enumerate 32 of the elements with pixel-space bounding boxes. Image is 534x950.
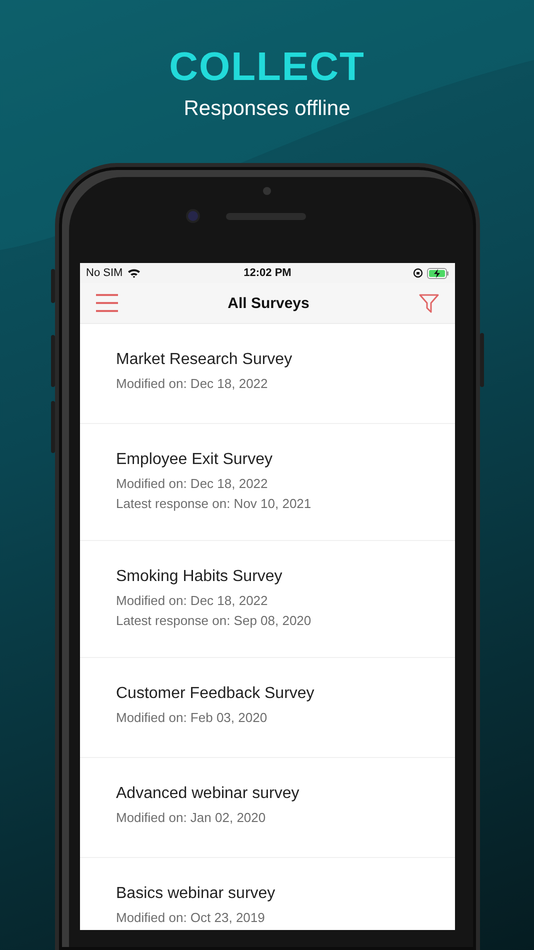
subheadline: Responses offline <box>184 96 350 122</box>
battery-charging-icon <box>427 268 450 278</box>
carrier-label: No SIM <box>86 267 123 279</box>
latest-response-date: Latest response on: Sep 08, 2020 <box>116 612 312 630</box>
survey-item[interactable]: Advanced webinar survey Modified on: Jan 02, 2020 <box>80 758 455 858</box>
status-time: 12:02 PM <box>244 267 292 279</box>
modified-date: Modified on: Jan 02, 2020 <box>116 809 267 827</box>
survey-title: Smoking Habits Survey <box>116 567 284 587</box>
survey-item[interactable]: Customer Feedback Survey Modified on: Feb 03, 2020 <box>80 658 455 758</box>
sensor-dot <box>263 187 271 195</box>
survey-title: Advanced webinar survey <box>116 784 300 804</box>
survey-item[interactable]: Basics webinar survey Modified on: Oct 23, 2019 <box>80 858 455 930</box>
screen-title: All Surveys <box>228 294 310 312</box>
survey-title: Employee Exit Survey <box>116 450 274 470</box>
survey-item[interactable]: Market Research Survey Modified on: Dec 18, 2022 <box>80 324 455 424</box>
survey-item[interactable]: Smoking Habits Survey Modified on: Dec 18, 2022 Latest response on: Sep 08, 2020 <box>80 541 455 658</box>
survey-title: Customer Feedback Survey <box>116 684 316 704</box>
latest-response-date: Latest response on: Nov 10, 2021 <box>116 495 312 513</box>
modified-date: Modified on: Dec 18, 2022 <box>116 475 269 493</box>
headline: COLLECT <box>169 44 365 90</box>
modified-date: Modified on: Oct 23, 2019 <box>116 909 266 927</box>
filter-icon[interactable] <box>419 293 439 313</box>
modified-date: Modified on: Dec 18, 2022 <box>116 375 269 393</box>
menu-icon[interactable] <box>96 294 118 312</box>
survey-title: Basics webinar survey <box>116 884 276 904</box>
camera-lens <box>188 211 198 221</box>
modified-date: Modified on: Dec 18, 2022 <box>116 592 269 610</box>
modified-date: Modified on: Feb 03, 2020 <box>116 709 268 727</box>
survey-title: Market Research Survey <box>116 350 294 370</box>
orientation-lock-icon <box>413 268 424 278</box>
survey-item[interactable]: Employee Exit Survey Modified on: Dec 18, 2022 Latest response on: Nov 10, 2021 <box>80 424 455 541</box>
wifi-icon <box>126 268 141 278</box>
